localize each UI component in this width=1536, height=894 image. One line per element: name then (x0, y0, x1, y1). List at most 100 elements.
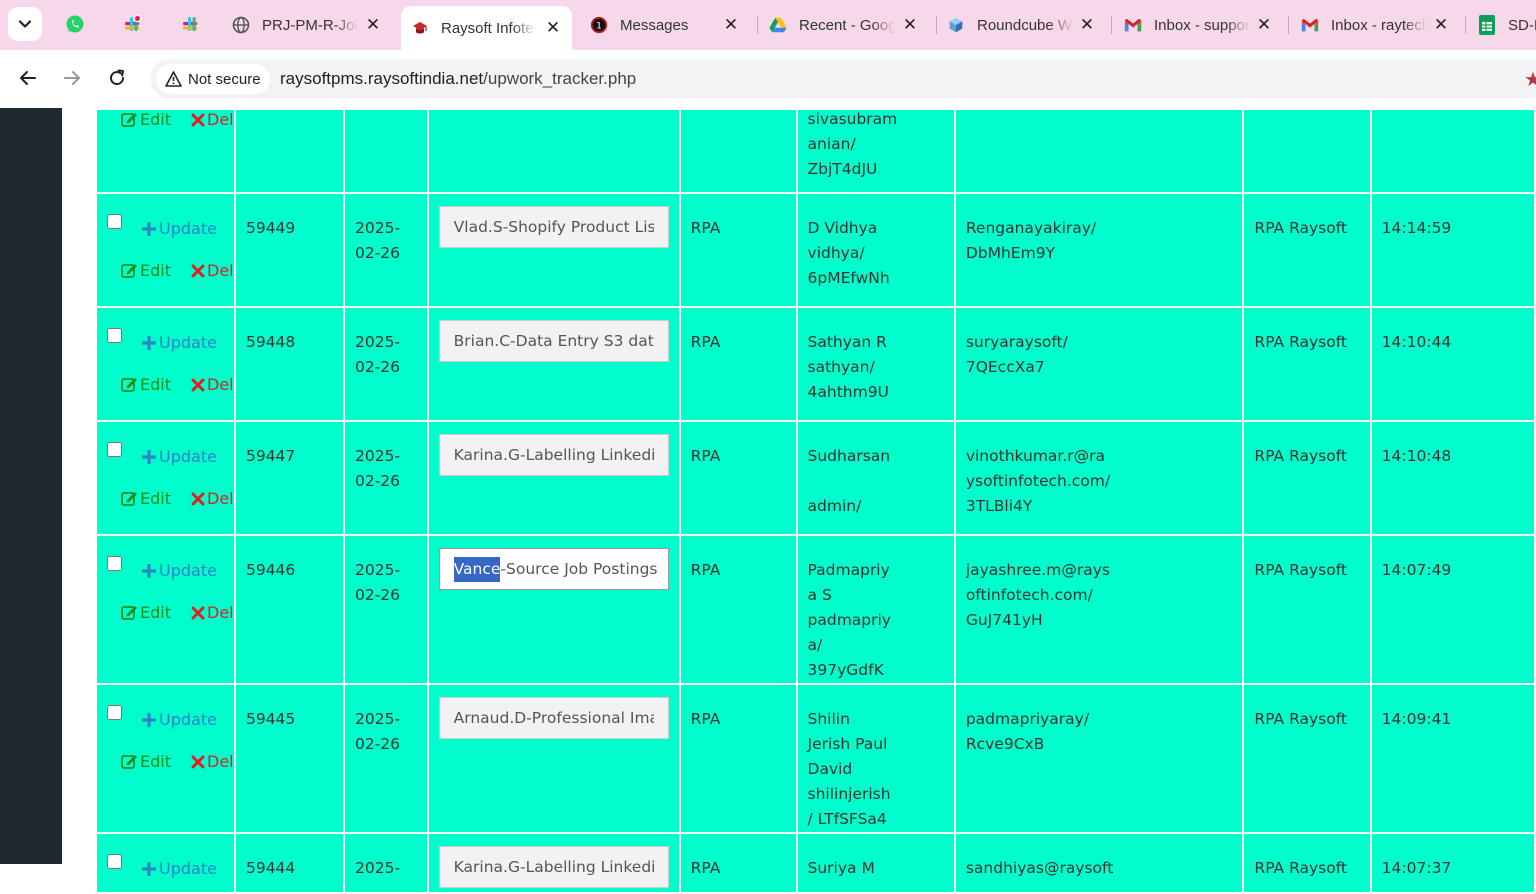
actions-cell: Update Edit Del (95, 192, 236, 308)
id-cell: 59445 (233, 683, 345, 834)
warning-icon (165, 71, 182, 87)
time-cell (1369, 108, 1536, 194)
roundcube-icon (947, 16, 965, 34)
update-button[interactable]: Update (141, 707, 217, 732)
id-cell: 59446 (233, 534, 345, 685)
close-tab-icon[interactable]: ✕ (901, 15, 919, 34)
edit-icon (121, 264, 137, 278)
close-tab-icon[interactable]: ✕ (722, 15, 740, 34)
gmail-icon (1301, 16, 1319, 34)
project-input-focused[interactable]: Vance -Source Job Postings (438, 548, 669, 590)
delete-button[interactable]: Del (191, 749, 233, 774)
update-button[interactable]: Update (141, 444, 217, 469)
user-cell: Shilin Jerish Paul David shilinjerish / LTfS… (795, 683, 956, 834)
url-text[interactable]: raysoftpms.raysoftindia.net/upwork_track… (280, 69, 636, 89)
project-input[interactable] (438, 434, 669, 476)
type-cell: RPA (678, 306, 798, 422)
tab-roundcube[interactable]: Roundcube Webmail ✕ (937, 7, 1107, 43)
row-checkbox[interactable] (107, 442, 122, 457)
date-cell: 2025- 02-26 (342, 420, 429, 536)
site-security-chip[interactable]: Not secure (156, 64, 270, 94)
url-domain: raysoftpms.raysoftindia.net (280, 69, 484, 88)
bookmark-star-icon[interactable]: ★ (1524, 67, 1536, 92)
tab-title: SD-I (1508, 16, 1536, 34)
reload-icon (110, 69, 125, 86)
pinned-tab-slack-2[interactable] (176, 10, 204, 38)
project-input[interactable] (438, 697, 669, 739)
project-input[interactable] (438, 320, 669, 362)
actions-cell: Update Edit Del (95, 683, 236, 834)
edit-button[interactable]: Edit (121, 258, 171, 283)
arrow-right-icon (64, 71, 80, 85)
type-cell (678, 108, 798, 194)
date-cell: 2025- 02-26 (342, 683, 429, 834)
browser-tab-strip: PRJ-PM-R-Job ✕ Raysoft Infotech ✕ 1 Mess… (0, 0, 1536, 50)
row-checkbox[interactable] (107, 214, 122, 229)
globe-icon (232, 16, 250, 34)
tab-inbox-raytech[interactable]: Inbox - raytech ✕ (1291, 7, 1461, 43)
close-tab-icon[interactable]: ✕ (1255, 15, 1273, 34)
app-sidebar (0, 108, 62, 864)
date-cell: 2025- (342, 832, 429, 894)
tab-prj-pm[interactable]: PRJ-PM-R-Job ✕ (222, 7, 394, 43)
delete-button[interactable]: Del (191, 600, 233, 625)
arrow-left-icon (20, 71, 36, 85)
edit-button[interactable]: Edit (121, 600, 171, 625)
user-cell: D Vidhya vidhya/6pMEfwNh (795, 192, 956, 308)
actions-cell: Update Edit Del (95, 534, 236, 685)
update-button[interactable]: Update (141, 558, 217, 583)
edit-button[interactable]: Edit (121, 111, 171, 132)
time-cell: 14:07:49 (1369, 534, 1536, 685)
browser-toolbar: Not secure raysoftpms.raysoftindia.net/u… (0, 50, 1536, 109)
project-input[interactable] (438, 206, 669, 248)
close-tab-icon[interactable]: ✕ (544, 18, 562, 37)
update-button[interactable]: Update (141, 330, 217, 355)
tab-inbox-support[interactable]: Inbox - support ✕ (1114, 7, 1284, 43)
project-cell (426, 108, 681, 194)
tab-raysoft-infotech[interactable]: Raysoft Infotech ✕ (401, 6, 572, 50)
row-checkbox[interactable] (107, 854, 122, 869)
edit-button[interactable]: Edit (121, 749, 171, 774)
team-cell: RPA Raysoft (1242, 832, 1372, 894)
close-tab-icon[interactable]: ✕ (364, 15, 382, 34)
row-checkbox[interactable] (107, 328, 122, 343)
delete-button[interactable]: Del (191, 372, 233, 397)
time-cell: 14:14:59 (1369, 192, 1536, 308)
edit-button[interactable]: Edit (121, 486, 171, 511)
project-cell (426, 192, 681, 308)
edit-icon (121, 492, 137, 506)
sheets-icon (1478, 15, 1496, 35)
close-tab-icon[interactable]: ✕ (1432, 15, 1450, 34)
gmail-icon (1124, 16, 1142, 34)
date-cell: 2025- 02-26 (342, 534, 429, 685)
table-row: Update 59444 2025- RPA Suriya M sandhiya… (95, 832, 1536, 894)
tab-sheets[interactable]: SD-I (1468, 7, 1536, 43)
plus-icon (142, 335, 156, 350)
reload-button[interactable] (100, 61, 134, 95)
tab-search-button[interactable] (8, 7, 42, 41)
close-tab-icon[interactable]: ✕ (1078, 15, 1096, 34)
project-input[interactable] (438, 846, 669, 888)
delete-button[interactable]: Del (191, 486, 233, 511)
address-bar[interactable]: Not secure raysoftpms.raysoftindia.net/u… (150, 59, 1536, 99)
tab-messages[interactable]: 1 Messages ✕ (580, 7, 752, 43)
edit-icon (121, 606, 137, 620)
row-checkbox[interactable] (107, 556, 122, 571)
team-cell: RPA Raysoft (1242, 306, 1372, 422)
pinned-tab-whatsapp[interactable] (61, 10, 89, 38)
delete-button[interactable]: Del (191, 111, 233, 132)
tab-google-drive[interactable]: Recent - Google Drive ✕ (759, 7, 931, 43)
forward-button[interactable] (55, 61, 89, 95)
close-icon (191, 113, 205, 126)
tracker-table: Edit Del sivasubram anian/ZbjT4dJU Update… (95, 108, 1536, 894)
edit-button[interactable]: Edit (121, 372, 171, 397)
update-button[interactable]: Update (141, 216, 217, 241)
delete-button[interactable]: Del (191, 258, 233, 283)
id-cell: 59447 (233, 420, 345, 536)
update-button[interactable]: Update (141, 856, 217, 881)
pinned-tab-slack-1[interactable] (118, 10, 146, 38)
row-checkbox[interactable] (107, 705, 122, 720)
back-button[interactable] (11, 61, 45, 95)
upwork-tracker-table: Edit Del sivasubram anian/ZbjT4dJU Update… (95, 108, 1536, 894)
plus-icon (142, 449, 156, 464)
